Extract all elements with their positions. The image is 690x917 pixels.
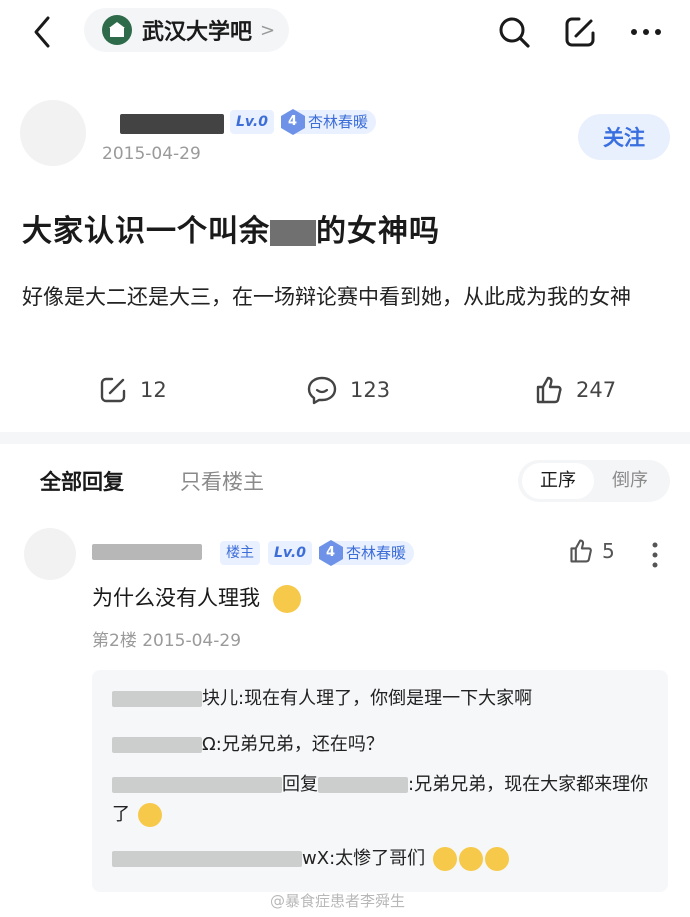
sub-reply: Ω:兄弟兄弟，还在吗？ (112, 730, 384, 760)
post-date: 2015-04-29 (102, 144, 201, 164)
surprised-emoji-icon (458, 847, 483, 871)
edit-icon[interactable] (560, 12, 600, 52)
like-stat[interactable]: 247 (534, 368, 616, 412)
surprised-emoji-icon (484, 847, 509, 871)
back-icon[interactable] (28, 12, 58, 52)
fan-badge: 4 杏林春暖 (281, 109, 377, 135)
level-badge: Lv.0 (230, 110, 274, 134)
reply-content: 为什么没有人理我 (92, 582, 301, 613)
post-title-head: 大家认识一个叫余 (22, 214, 270, 249)
comment-icon (307, 376, 337, 405)
post-author: Lv.0 4 杏林春暖 2015-04-29 关注 (20, 96, 670, 176)
forum-pill[interactable]: 武汉大学吧 > (84, 8, 290, 52)
reply-meta: 第2楼 2015-04-29 (92, 631, 242, 651)
share-stat[interactable]: 12 (98, 368, 167, 412)
host-badge: 楼主 (220, 541, 260, 565)
author-name-redacted (120, 114, 224, 134)
sort-asc[interactable]: 正序 (522, 463, 594, 499)
post-body: 好像是大二还是大三，在一场辩论赛中看到她，从此成为我的女神 (22, 285, 631, 309)
more-vertical-icon[interactable] (650, 540, 660, 570)
follow-button[interactable]: 关注 (578, 114, 670, 160)
post-title-tail: 的女神吗 (316, 214, 440, 249)
redaction (270, 219, 316, 246)
sub-author-tail: Ω (202, 734, 216, 755)
search-icon[interactable] (494, 12, 534, 52)
comment-stat[interactable]: 123 (306, 368, 390, 412)
sub-text: :兄弟兄弟，还在吗？ (215, 734, 384, 755)
surprised-emoji-icon (432, 847, 457, 871)
sub-author-tail: wX (302, 848, 330, 869)
sub-reply-box: 块儿:现在有人理了，你倒是理一下大家啊 Ω:兄弟兄弟，还在吗？ 回复:兄弟兄弟，… (92, 670, 668, 892)
reply-like[interactable]: 5 (568, 538, 615, 564)
reply-author-redacted (92, 541, 212, 561)
fan-title: 杏林春暖 (308, 113, 369, 131)
avatar[interactable] (20, 100, 86, 166)
sub-author-tail: 块儿 (202, 688, 238, 709)
reply-text: 为什么没有人理我 (92, 586, 260, 610)
thumb-up-icon (536, 376, 562, 404)
fan-level: 4 (288, 114, 298, 129)
post-stats: 12 123 247 (0, 368, 690, 412)
more-icon[interactable] (626, 12, 666, 52)
chevron-right-icon: > (260, 19, 276, 41)
sub-text: :太惨了哥们 (329, 848, 426, 869)
sub-reply: 回复:兄弟兄弟，现在大家都来理你了 (112, 770, 652, 830)
heart-eyes-emoji-icon (137, 803, 162, 827)
sub-author-tail: 回复 (282, 774, 318, 795)
fan-level: 4 (326, 545, 336, 560)
tab-op-only[interactable]: 只看楼主 (180, 466, 264, 496)
eye-roll-emoji-icon (272, 585, 301, 613)
top-bar: 武汉大学吧 > (0, 0, 690, 64)
thumb-up-icon (570, 539, 592, 563)
fan-title: 杏林春暖 (346, 544, 407, 562)
comment-count: 123 (350, 378, 391, 402)
watermark: @暴食症患者李舜生 (270, 892, 406, 910)
fan-badge: 4 杏林春暖 (319, 540, 415, 566)
sub-reply: wX:太惨了哥们 (112, 844, 509, 874)
share-count: 12 (140, 378, 167, 402)
avatar[interactable] (24, 528, 76, 580)
sort-toggle: 正序 倒序 (518, 460, 670, 502)
forum-logo-icon (102, 15, 132, 45)
sort-desc[interactable]: 倒序 (594, 463, 666, 499)
reply-like-count: 5 (602, 539, 615, 563)
tab-all-replies[interactable]: 全部回复 (40, 466, 124, 496)
share-icon (100, 377, 126, 403)
post-title: 大家认识一个叫余 的女神吗 (22, 206, 440, 250)
like-count: 247 (576, 378, 617, 402)
sub-text: :现在有人理了，你倒是理一下大家啊 (238, 688, 533, 709)
section-divider (0, 432, 690, 444)
level-badge: Lv.0 (268, 541, 312, 565)
forum-name: 武汉大学吧 (142, 20, 253, 45)
sub-reply: 块儿:现在有人理了，你倒是理一下大家啊 (112, 684, 532, 714)
